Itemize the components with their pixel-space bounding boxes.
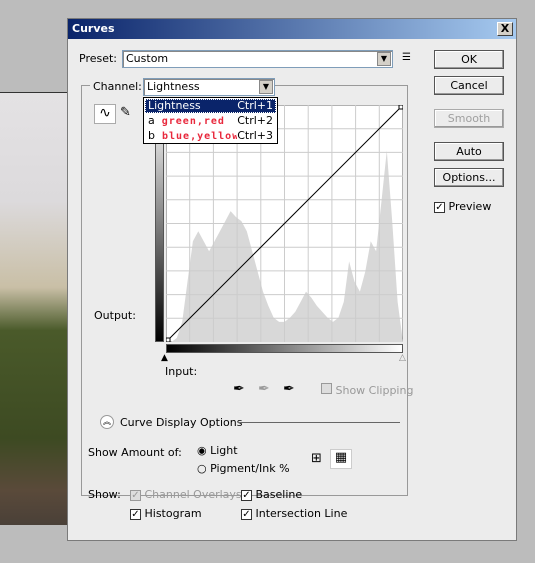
menu-item-lightness[interactable]: Lightness Ctrl+1 — [145, 99, 276, 113]
smooth-button: Smooth — [434, 109, 504, 128]
show-amount-label: Show Amount of: — [88, 446, 182, 459]
white-point-slider[interactable]: △ — [399, 353, 406, 363]
chevron-down-icon: ▼ — [259, 80, 273, 94]
options-button[interactable]: Options... — [434, 168, 504, 187]
show-clipping-checkbox[interactable]: Show Clipping — [321, 383, 413, 397]
curve-point-black — [166, 337, 171, 342]
channel-dropdown-menu: Lightness Ctrl+1 a green,red Ctrl+2 b blue… — [143, 97, 278, 144]
curve-point-white — [398, 105, 403, 110]
light-radio[interactable]: ◉ Light — [197, 444, 238, 457]
black-point-slider[interactable]: ▲ — [161, 353, 168, 363]
background-photo — [0, 92, 67, 525]
menu-item-b[interactable]: b blue,yellow Ctrl+3 — [145, 129, 276, 143]
black-eyedropper-icon[interactable]: ✒ — [233, 381, 245, 397]
ok-button[interactable]: OK — [434, 50, 504, 69]
curves-dialog: Curves X Preset: Custom ▼ ☰ Channel: Ligh… — [67, 18, 517, 541]
preview-checkbox[interactable]: ✓ Preview — [434, 200, 491, 213]
input-gradient-bar — [166, 344, 403, 353]
channel-value: Lightness — [147, 80, 200, 93]
pigment-radio[interactable]: ○ Pigment/Ink % — [197, 462, 290, 475]
simple-grid-icon[interactable]: ⊞ — [311, 451, 322, 466]
white-eyedropper-icon[interactable]: ✒ — [283, 381, 295, 397]
preset-label: Preset: — [79, 52, 118, 65]
display-options-title: Curve Display Options — [120, 416, 243, 429]
curve-tool-icon[interactable]: ∿ — [94, 104, 116, 124]
show-label: Show: — [88, 488, 121, 501]
gray-eyedropper-icon[interactable]: ✒ — [258, 381, 270, 397]
channel-select[interactable]: Lightness ▼ — [143, 78, 275, 96]
output-label: Output: — [94, 309, 136, 322]
preset-value: Custom — [126, 52, 169, 65]
intersection-line-checkbox[interactable]: ✓ Intersection Line — [241, 507, 347, 520]
menu-item-a[interactable]: a green,red Ctrl+2 — [145, 114, 276, 128]
preset-options-icon[interactable]: ☰ — [402, 52, 411, 63]
baseline-checkbox[interactable]: ✓ Baseline — [241, 488, 302, 501]
auto-button[interactable]: Auto — [434, 142, 504, 161]
preset-select[interactable]: Custom ▼ — [122, 50, 393, 68]
title-bar: Curves X — [68, 19, 516, 39]
collapse-icon[interactable]: ︽ — [100, 415, 114, 429]
channel-label: Channel: — [90, 80, 145, 93]
pencil-icon[interactable]: ✎ — [120, 105, 131, 120]
chevron-down-icon: ▼ — [377, 52, 391, 66]
histogram-checkbox[interactable]: ✓ Histogram — [130, 507, 202, 520]
close-button[interactable]: X — [497, 22, 513, 36]
channel-overlays-checkbox: ✓ Channel Overlays — [130, 488, 242, 501]
dialog-title: Curves — [72, 22, 115, 35]
detailed-grid-icon[interactable]: ▦ — [330, 449, 352, 469]
input-label: Input: — [165, 365, 198, 378]
cancel-button[interactable]: Cancel — [434, 76, 504, 95]
